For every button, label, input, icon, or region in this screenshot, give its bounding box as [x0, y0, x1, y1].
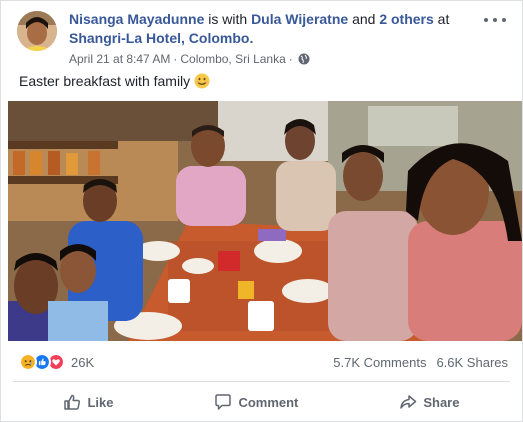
location-link[interactable]: Colombo, Sri Lanka: [180, 52, 285, 66]
post-actions-bar: Like Comment Share: [13, 385, 510, 419]
divider: [13, 381, 510, 382]
post-stats: 5.7K Comments 6.6K Shares: [333, 355, 508, 370]
comment-button-label: Comment: [238, 394, 299, 410]
shares-count-link[interactable]: 6.6K Shares: [436, 355, 508, 370]
share-button-label: Share: [423, 394, 460, 410]
more-dot-icon: [493, 18, 497, 22]
meta-separator: ·: [288, 52, 293, 66]
author-name-link[interactable]: Nisanga Mayadunne: [69, 11, 204, 27]
more-options-button[interactable]: [484, 13, 506, 27]
reaction-count[interactable]: 26K: [71, 355, 94, 370]
with-text: is with: [204, 11, 252, 27]
thumbs-up-icon: [64, 394, 81, 410]
like-button[interactable]: Like: [49, 387, 127, 417]
at-text: at: [433, 11, 450, 27]
tagged-friend-link[interactable]: Dula Wijeratne: [251, 11, 348, 27]
post-photo[interactable]: [8, 101, 522, 341]
and-text: and: [348, 11, 380, 27]
facebook-post: Nisanga Mayadunne is with Dula Wijeratne…: [0, 0, 523, 422]
comment-bubble-icon: [215, 394, 232, 410]
others-link[interactable]: 2 others: [379, 11, 433, 27]
family-photo-image: [8, 101, 522, 341]
comment-button[interactable]: Comment: [200, 387, 312, 417]
like-button-label: Like: [87, 394, 114, 410]
more-dot-icon: [484, 18, 488, 22]
meta-separator: ·: [173, 52, 178, 66]
smile-emoji-icon: [194, 73, 210, 89]
place-link[interactable]: Shangri-La Hotel, Colombo.: [69, 30, 253, 46]
share-arrow-icon: [400, 395, 417, 409]
author-avatar[interactable]: [17, 11, 57, 51]
more-dot-icon: [502, 18, 506, 22]
post-header: Nisanga Mayadunne is with Dula Wijeratne…: [69, 10, 469, 48]
post-timestamp-link[interactable]: April 21 at 8:47 AM: [69, 52, 170, 66]
comments-count-link[interactable]: 5.7K Comments: [333, 355, 426, 370]
share-button[interactable]: Share: [385, 387, 473, 417]
post-message-text: Easter breakfast with family: [19, 73, 191, 89]
sad-reaction-icon: [19, 353, 37, 371]
globe-icon[interactable]: [298, 53, 310, 65]
reactions-summary[interactable]: 26K: [19, 353, 94, 371]
post-meta: April 21 at 8:47 AM · Colombo, Sri Lanka…: [69, 52, 310, 66]
post-message: Easter breakfast with family: [19, 73, 210, 89]
